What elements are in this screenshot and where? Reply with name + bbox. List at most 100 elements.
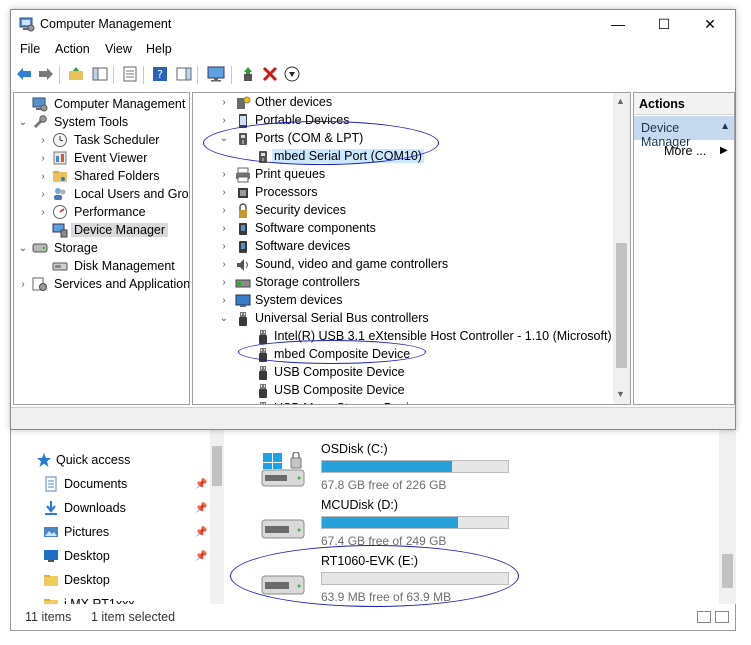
chevron-right-icon[interactable]: › [219,223,229,234]
device-node-label: Security devices [255,203,347,217]
device-node-processors[interactable]: › Processors [193,184,611,202]
update-driver-icon[interactable] [239,65,257,83]
device-node-universal-serial-bus-controllers[interactable]: ⌄ Universal Serial Bus controllers [193,310,611,328]
device-node-usb-composite-device[interactable]: USB Composite Device [193,364,611,382]
chevron-right-icon[interactable]: › [219,277,229,288]
chevron-right-icon[interactable]: › [38,135,48,146]
tree-node-disk-management[interactable]: Disk Management [14,257,189,275]
scroll-thumb[interactable] [616,243,627,368]
back-icon[interactable] [15,65,33,83]
show-hide-action-pane-icon[interactable] [175,65,193,83]
device-node-security-devices[interactable]: › Security devices [193,202,611,220]
chevron-right-icon[interactable]: › [219,205,229,216]
device-node-usb-mass-storage-device[interactable]: USB Mass Storage Device [193,400,611,404]
drive-osdisk-c-[interactable]: OSDisk (C:) 67.8 GB free of 226 GB [244,442,694,492]
nav-item-documents[interactable]: Documents 📌 [11,473,211,495]
usb-icon [255,347,271,363]
monitor-icon[interactable] [207,65,225,83]
device-node-system-devices[interactable]: › System devices [193,292,611,310]
menu-view[interactable]: View [105,42,132,56]
minimize-button[interactable]: — [595,10,641,38]
chevron-right-icon[interactable]: › [38,171,48,182]
tree-node-event-viewer[interactable]: › Event Viewer [14,149,189,167]
tree-node-device-manager[interactable]: Device Manager [14,221,189,239]
chevron-right-icon[interactable]: › [219,295,229,306]
folder-icon [43,572,59,588]
menu-action[interactable]: Action [55,42,90,56]
nav-item-quick-access[interactable]: Quick access [11,449,211,471]
uninstall-icon[interactable] [261,65,279,83]
chevron-right-icon[interactable]: › [38,189,48,200]
scroll-down-icon[interactable]: ▼ [616,389,625,399]
chevron-right-icon[interactable]: › [38,207,48,218]
tree-node-storage[interactable]: ⌄ Storage [14,239,189,257]
properties-icon[interactable] [121,65,139,83]
forward-icon[interactable] [37,65,55,83]
chevron-down-icon[interactable]: ⌄ [219,133,229,144]
device-node-other-devices[interactable]: › Other devices [193,94,611,112]
nav-item-downloads[interactable]: Downloads 📌 [11,497,211,519]
tiles-view-icon[interactable] [715,611,729,623]
device-node-usb-composite-device[interactable]: USB Composite Device [193,382,611,400]
chevron-down-icon[interactable]: ⌄ [219,313,229,324]
chevron-right-icon[interactable]: › [219,169,229,180]
device-node-portable-devices[interactable]: › Portable Devices [193,112,611,130]
scroll-thumb[interactable] [212,446,222,486]
chevron-right-icon[interactable]: › [18,279,28,290]
device-node-label: Universal Serial Bus controllers [255,311,429,325]
more-actions[interactable]: More ... ▶ [664,144,728,158]
software-icon [235,239,251,255]
menu-file[interactable]: File [20,42,40,56]
details-view-icon[interactable] [697,611,711,623]
nav-item-label: Documents [64,477,128,491]
tree-node-services-and-applications[interactable]: › Services and Applications [14,275,189,293]
show-hide-tree-icon[interactable] [91,65,109,83]
drives-scrollbar[interactable] [719,426,736,604]
tree-node-system-tools[interactable]: ⌄ System Tools [14,113,189,131]
tree-node-local-users-and-groups[interactable]: › Local Users and Groups [14,185,189,203]
tree-node-task-scheduler[interactable]: › Task Scheduler [14,131,189,149]
tree-node-performance[interactable]: › Performance [14,203,189,221]
device-node-mbed-composite-device[interactable]: mbed Composite Device [193,346,611,364]
chevron-right-icon[interactable]: › [219,115,229,126]
close-button[interactable]: ✕ [687,10,733,38]
chevron-right-icon[interactable]: › [219,259,229,270]
help-icon[interactable]: ? [151,65,169,83]
device-node-sound-video-and-game-controllers[interactable]: › Sound, video and game controllers [193,256,611,274]
drive-mcudisk-d-[interactable]: MCUDisk (D:) 67.4 GB free of 249 GB [244,498,694,548]
nav-item-i-mx-rt1xxx[interactable]: i.MX RT1xxx [11,593,211,604]
chevron-down-icon[interactable]: ⌄ [18,243,28,254]
device-node-print-queues[interactable]: › Print queues [193,166,611,184]
chevron-right-icon[interactable]: › [219,241,229,252]
nav-item-desktop[interactable]: Desktop 📌 [11,545,211,567]
device-list-scrollbar[interactable]: ▲ ▼ [613,93,630,404]
nav-item-desktop[interactable]: Desktop [11,569,211,591]
collapse-icon[interactable]: ▲ [720,121,730,132]
tree-node-shared-folders[interactable]: › Shared Folders [14,167,189,185]
drive-rt1060-evk-e-[interactable]: RT1060-EVK (E:) 63.9 MB free of 63.9 MB [244,554,694,604]
tree-node-computer-management-local-[interactable]: Computer Management (Local) [14,95,189,113]
chevron-right-icon[interactable]: › [219,97,229,108]
scroll-up-icon[interactable]: ▲ [616,96,625,106]
device-node-mbed-serial-port-com10-[interactable]: mbed Serial Port (COM10) [193,148,611,166]
menu-help[interactable]: Help [146,42,172,56]
device-node-intel-r-usb-3-1-extensible-host-controller-1-10-microsoft-[interactable]: Intel(R) USB 3.1 eXtensible Host Control… [193,328,612,346]
up-folder-icon[interactable] [67,65,85,83]
actions-section-device-manager[interactable]: Device Manager ▲ [634,116,734,149]
submenu-arrow-icon: ▶ [720,145,728,156]
chevron-right-icon[interactable]: › [38,153,48,164]
chevron-down-icon[interactable]: ⌄ [18,117,28,128]
computer-management-icon [32,96,48,112]
device-node-storage-controllers[interactable]: › Storage controllers [193,274,611,292]
disk-icon [52,258,68,274]
nav-item-pictures[interactable]: Pictures 📌 [11,521,211,543]
device-node-software-components[interactable]: › Software components [193,220,611,238]
scroll-thumb[interactable] [722,554,733,588]
maximize-button[interactable]: ☐ [641,10,687,38]
chevron-right-icon[interactable]: › [219,187,229,198]
device-node-software-devices[interactable]: › Software devices [193,238,611,256]
navigation-scrollbar[interactable] [210,426,224,604]
download-icon[interactable] [283,65,301,83]
device-node-ports-com-lpt-[interactable]: ⌄ Ports (COM & LPT) [193,130,611,148]
drive-name: RT1060-EVK (E:) [321,554,419,568]
